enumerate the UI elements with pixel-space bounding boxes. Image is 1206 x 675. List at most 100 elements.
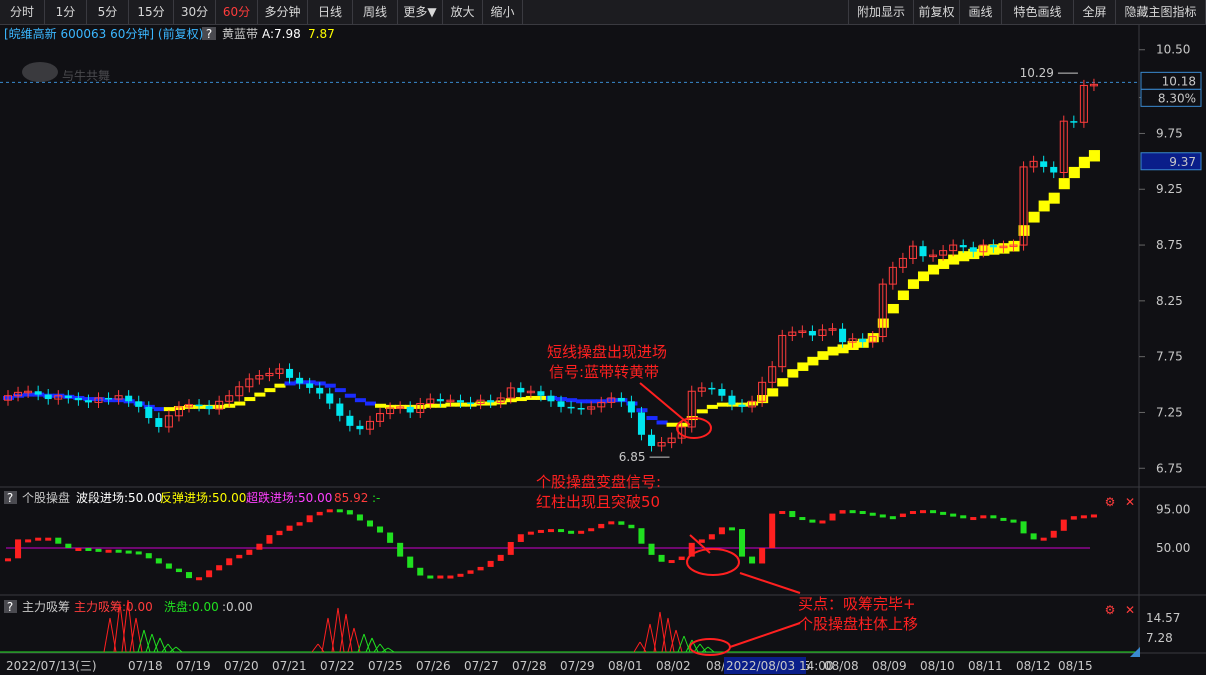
- toolbar-btn-6[interactable]: 多分钟: [258, 0, 308, 24]
- osc-bar: [1090, 514, 1097, 518]
- osc-bar: [407, 556, 414, 568]
- osc-bar: [55, 537, 62, 544]
- toolbar-btn-10[interactable]: 放大: [443, 0, 483, 24]
- toolbar-btn-4[interactable]: 30分: [174, 0, 216, 24]
- candle-body: [467, 402, 475, 404]
- indicator-value: 7.87: [308, 27, 335, 41]
- candle-body: [406, 406, 414, 413]
- osc-bar: [980, 515, 987, 519]
- sub2-y-tick-1: 7.28: [1146, 631, 1173, 645]
- osc-bar: [1070, 516, 1077, 520]
- x-tick-17: 08/10: [920, 659, 955, 673]
- band-block: [334, 388, 346, 393]
- toolbar-btn-5[interactable]: 60分: [216, 0, 258, 24]
- x-tick-11: 08/01: [608, 659, 643, 673]
- candle-body: [738, 404, 746, 407]
- band-block: [1068, 166, 1080, 179]
- y-tick-0: 10.50: [1156, 43, 1190, 57]
- osc-bar: [185, 572, 193, 579]
- osc-bar: [145, 553, 152, 559]
- candle-body: [1070, 121, 1078, 123]
- band-block: [264, 388, 276, 393]
- band-block: [928, 264, 940, 275]
- toolbar-right-btn-4[interactable]: 全屏: [1074, 0, 1116, 24]
- osc-bar: [658, 554, 665, 562]
- osc-bar: [507, 541, 514, 555]
- band-block: [1088, 150, 1100, 162]
- band-block: [787, 369, 799, 378]
- osc-bar: [909, 511, 916, 515]
- toolbar-btn-11[interactable]: 缩小: [483, 0, 523, 24]
- x-tick-8: 07/27: [464, 659, 499, 673]
- osc-bar: [889, 516, 896, 520]
- toolbar-right-btn-5[interactable]: 隐藏主图指标: [1116, 0, 1206, 24]
- osc-bar: [196, 577, 203, 581]
- sub2-label-2: 洗盘:0.00: [164, 599, 219, 614]
- osc-bar: [165, 563, 172, 569]
- sub2-y-tick-0: 14.57: [1146, 611, 1180, 625]
- osc-bar: [326, 509, 333, 513]
- osc-bar: [718, 527, 725, 535]
- toolbar-btn-1[interactable]: 1分: [45, 0, 87, 24]
- toolbar-right-btn-0[interactable]: 附加显示: [848, 0, 914, 24]
- toolbar-right-btn-1[interactable]: 前复权: [914, 0, 960, 24]
- candle-body: [34, 391, 42, 395]
- osc-bar: [236, 554, 243, 559]
- sub1-y-tick-0: 95.00: [1156, 502, 1190, 516]
- toolbar-btn-7[interactable]: 日线: [308, 0, 353, 24]
- osc-bar: [1050, 530, 1057, 538]
- toolbar-btn-2[interactable]: 5分: [87, 0, 129, 24]
- osc-bar: [296, 522, 303, 526]
- osc-bar: [437, 575, 444, 579]
- osc-bar: [819, 520, 826, 524]
- band-block: [354, 398, 366, 403]
- osc-bar: [155, 558, 162, 564]
- band-block: [897, 290, 909, 301]
- chart-area: ?[皖维高新 600063 60分钟] (前复权) 黄蓝带 A:7.98 7.87与牛…: [0, 25, 1206, 675]
- toolbar-right-btn-2[interactable]: 画线: [960, 0, 1002, 24]
- candle-body: [1050, 166, 1058, 173]
- annotation-3-line2: 个股操盘柱体上移: [798, 615, 918, 633]
- osc-bar: [919, 510, 927, 514]
- osc-bar: [648, 543, 655, 555]
- x-tick-4: 07/21: [272, 659, 307, 673]
- osc-bar: [990, 515, 997, 519]
- osc-bar: [930, 510, 937, 514]
- osc-bar: [377, 526, 384, 533]
- candle-body: [959, 245, 967, 248]
- candle-body: [205, 405, 213, 410]
- toolbar-btn-3[interactable]: 15分: [129, 0, 174, 24]
- y-tick-4: 8.75: [1156, 238, 1183, 252]
- candle-body: [44, 394, 52, 400]
- sub2-name: 主力吸筹: [22, 600, 70, 614]
- osc-bar: [226, 558, 233, 566]
- osc-bar: [759, 548, 766, 564]
- toolbar-btn-9[interactable]: 更多▼: [398, 0, 443, 24]
- pct-tag: 8.30%: [1158, 91, 1196, 105]
- osc-bar: [638, 528, 645, 544]
- osc-bar: [950, 513, 957, 517]
- osc-bar: [517, 534, 524, 542]
- osc-bar: [175, 568, 182, 573]
- candle-body: [859, 338, 867, 343]
- osc-bar: [397, 542, 404, 557]
- osc-bar: [940, 511, 947, 515]
- band-block: [666, 422, 678, 427]
- osc-bar: [336, 509, 343, 513]
- sub2-help-icon: ?: [7, 600, 13, 614]
- osc-bar: [75, 548, 82, 551]
- sub1-name: 个股操盘: [22, 490, 70, 505]
- osc-bar: [678, 556, 685, 561]
- osc-bar: [246, 549, 253, 555]
- osc-bar: [1060, 519, 1067, 531]
- toolbar-right-btn-3[interactable]: 特色画线: [1002, 0, 1074, 24]
- x-tick-19: 08/12: [1016, 659, 1051, 673]
- toolbar-btn-0[interactable]: 分时: [0, 0, 45, 24]
- band-block: [254, 392, 266, 397]
- osc-bar: [477, 566, 484, 571]
- high-label: 10.29: [1020, 66, 1054, 80]
- toolbar-btn-8[interactable]: 周线: [353, 0, 398, 24]
- osc-bar: [879, 514, 886, 518]
- osc-bar: [839, 510, 846, 514]
- x-tick-18: 08/11: [968, 659, 1003, 673]
